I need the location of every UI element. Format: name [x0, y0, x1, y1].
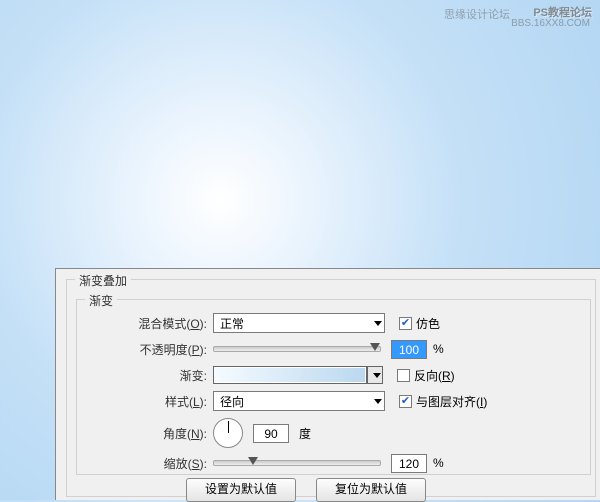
check-icon: ✔: [401, 396, 410, 407]
fieldset-inner: 渐变 混合模式(O): 正常 ✔ 仿色 不透明度(P): 100 % 渐变:: [76, 299, 591, 475]
gradient-dropdown-button[interactable]: [367, 366, 383, 384]
style-value: 径向: [220, 393, 244, 410]
blend-mode-select[interactable]: 正常: [213, 313, 385, 333]
angle-dial[interactable]: [213, 418, 243, 448]
opacity-slider[interactable]: [213, 346, 381, 352]
blend-mode-label: 混合模式(O):: [77, 315, 213, 332]
opacity-input[interactable]: 100: [391, 340, 427, 359]
style-select[interactable]: 径向: [213, 391, 385, 411]
slider-handle-icon[interactable]: [370, 343, 380, 351]
angle-indicator-icon: [228, 421, 229, 433]
reset-default-button[interactable]: 复位为默认值: [316, 478, 426, 502]
dither-label: 仿色: [416, 315, 440, 332]
chevron-down-icon: [374, 321, 382, 326]
set-default-button[interactable]: 设置为默认值: [186, 478, 296, 502]
scale-label: 缩放(S):: [77, 455, 213, 472]
opacity-label: 不透明度(P):: [77, 341, 213, 358]
angle-unit: 度: [299, 425, 311, 442]
opacity-unit: %: [433, 342, 444, 356]
slider-handle-icon[interactable]: [248, 457, 258, 465]
dither-checkbox[interactable]: ✔: [399, 317, 412, 330]
watermark-url: BBS.16XX8.COM: [511, 18, 590, 29]
chevron-down-icon: [373, 373, 381, 378]
blend-mode-value: 正常: [220, 315, 244, 332]
watermark-text: 思缘设计论坛: [444, 6, 510, 22]
fieldset-outer-title: 渐变叠加: [75, 272, 131, 289]
scale-input[interactable]: 120: [391, 454, 427, 473]
check-icon: ✔: [401, 318, 410, 329]
align-label: 与图层对齐(I): [416, 393, 487, 410]
scale-slider[interactable]: [213, 460, 381, 466]
reverse-checkbox[interactable]: [397, 369, 410, 382]
reverse-label: 反向(R): [414, 367, 455, 384]
align-checkbox[interactable]: ✔: [399, 395, 412, 408]
style-label: 样式(L):: [77, 393, 213, 410]
angle-label: 角度(N):: [77, 425, 213, 442]
fieldset-inner-title: 渐变: [85, 292, 117, 309]
angle-input[interactable]: 90: [253, 424, 289, 443]
scale-unit: %: [433, 456, 444, 470]
gradient-preview[interactable]: [213, 366, 367, 384]
gradient-overlay-panel: 渐变叠加 渐变 混合模式(O): 正常 ✔ 仿色 不透明度(P): 100 %: [55, 268, 600, 500]
gradient-label: 渐变:: [77, 367, 213, 384]
chevron-down-icon: [374, 399, 382, 404]
